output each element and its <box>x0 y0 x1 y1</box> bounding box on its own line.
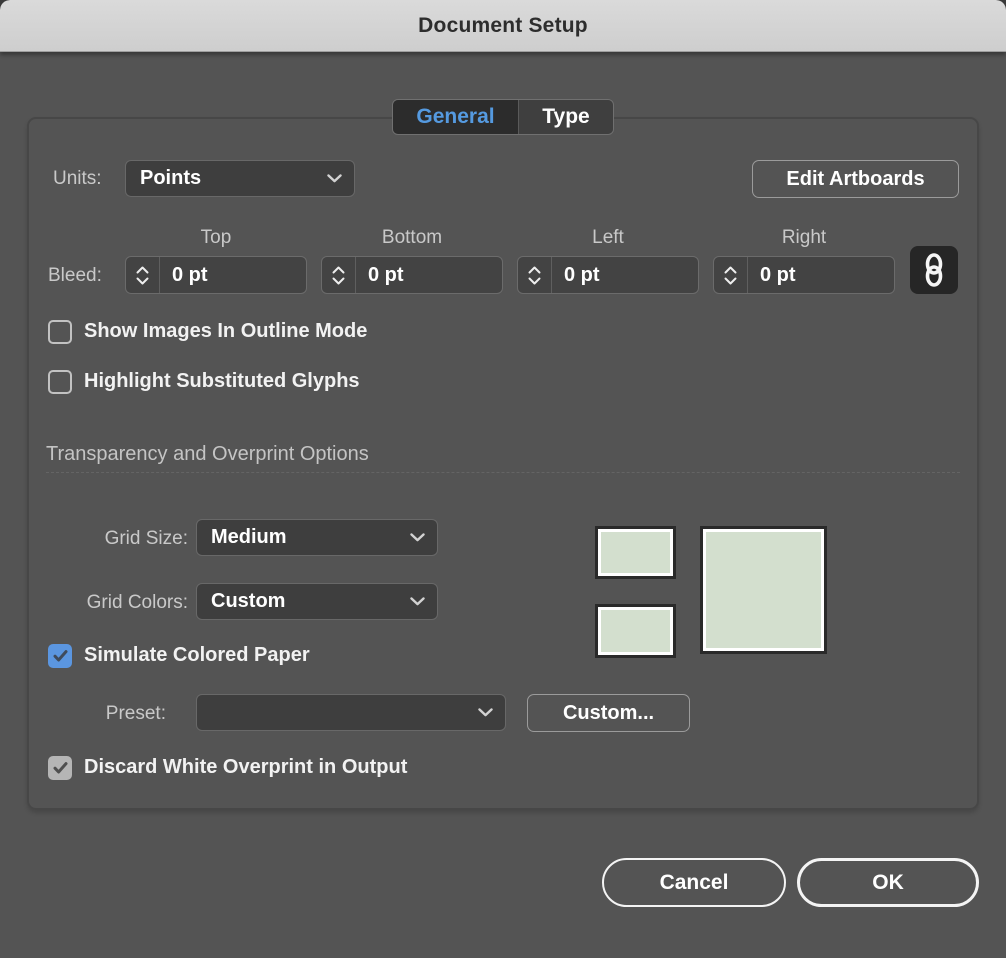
grid-color-swatch-small-bottom <box>595 604 676 658</box>
bleed-top-input[interactable]: 0 pt <box>160 257 306 293</box>
ok-button[interactable]: OK <box>797 858 979 907</box>
chevron-up-icon <box>332 266 345 273</box>
tab-general[interactable]: General <box>393 100 518 134</box>
simulate-colored-paper-label: Simulate Colored Paper <box>84 644 310 666</box>
chevron-down-icon <box>478 708 493 717</box>
chevron-down-icon <box>410 533 425 542</box>
tab-group: General Type <box>392 99 614 135</box>
bleed-top-stepper[interactable] <box>126 257 160 293</box>
bleed-link-button[interactable] <box>910 246 958 294</box>
chevron-down-icon <box>332 277 345 284</box>
grid-size-dropdown[interactable]: Medium <box>196 519 438 556</box>
highlight-substituted-glyphs-checkbox[interactable] <box>48 370 72 394</box>
units-label: Units: <box>53 168 102 189</box>
simulate-colored-paper-checkbox[interactable] <box>48 644 72 668</box>
bleed-left-input[interactable]: 0 pt <box>552 257 698 293</box>
bleed-left-stepper[interactable] <box>518 257 552 293</box>
discard-white-overprint-checkbox[interactable] <box>48 756 72 780</box>
chevron-down-icon <box>528 277 541 284</box>
section-divider <box>46 472 960 473</box>
bleed-left-field: 0 pt <box>517 256 699 294</box>
bleed-bottom-field: 0 pt <box>321 256 503 294</box>
chevron-up-icon <box>528 266 541 273</box>
bleed-col-left: Left <box>592 227 624 248</box>
units-dropdown[interactable]: Points <box>125 160 355 197</box>
chevron-down-icon <box>327 174 342 183</box>
bleed-bottom-stepper[interactable] <box>322 257 356 293</box>
highlight-substituted-glyphs-label: Highlight Substituted Glyphs <box>84 370 360 392</box>
bleed-right-field: 0 pt <box>713 256 895 294</box>
bleed-right-input[interactable]: 0 pt <box>748 257 894 293</box>
grid-colors-label: Grid Colors: <box>86 592 188 613</box>
tab-general-label: General <box>416 105 495 128</box>
window-title: Document Setup <box>418 13 588 37</box>
grid-color-swatch-small-top <box>595 526 676 579</box>
grid-colors-dropdown[interactable]: Custom <box>196 583 438 620</box>
grid-size-value: Medium <box>211 526 287 548</box>
bleed-col-top: Top <box>200 227 232 248</box>
chevron-down-icon <box>724 277 737 284</box>
discard-white-overprint-label: Discard White Overprint in Output <box>84 756 408 778</box>
bleed-right-stepper[interactable] <box>714 257 748 293</box>
cancel-button[interactable]: Cancel <box>602 858 786 907</box>
link-icon <box>925 253 943 287</box>
bleed-col-right: Right <box>781 227 827 248</box>
units-value: Points <box>140 167 202 189</box>
bleed-top-field: 0 pt <box>125 256 307 294</box>
transparency-section-title: Transparency and Overprint Options <box>46 443 369 465</box>
bleed-bottom-input[interactable]: 0 pt <box>356 257 502 293</box>
document-setup-dialog: Document Setup General Type Units: Point… <box>0 0 1006 958</box>
bleed-label: Bleed: <box>48 265 102 286</box>
grid-size-label: Grid Size: <box>104 528 188 549</box>
bleed-col-bottom: Bottom <box>381 227 443 248</box>
grid-colors-value: Custom <box>211 590 286 612</box>
check-icon <box>53 650 67 662</box>
chevron-down-icon <box>136 277 149 284</box>
chevron-up-icon <box>724 266 737 273</box>
show-images-outline-label: Show Images In Outline Mode <box>84 320 368 342</box>
preset-label: Preset: <box>105 703 166 724</box>
show-images-outline-checkbox[interactable] <box>48 320 72 344</box>
grid-color-swatch-large <box>700 526 827 654</box>
titlebar[interactable]: Document Setup <box>0 0 1006 52</box>
chevron-down-icon <box>410 597 425 606</box>
edit-artboards-button[interactable]: Edit Artboards <box>752 160 959 198</box>
check-icon <box>53 762 67 774</box>
preset-dropdown[interactable] <box>196 694 506 731</box>
tab-type-label: Type <box>542 105 590 128</box>
custom-button[interactable]: Custom... <box>527 694 690 732</box>
chevron-up-icon <box>136 266 149 273</box>
tab-type[interactable]: Type <box>518 100 613 134</box>
